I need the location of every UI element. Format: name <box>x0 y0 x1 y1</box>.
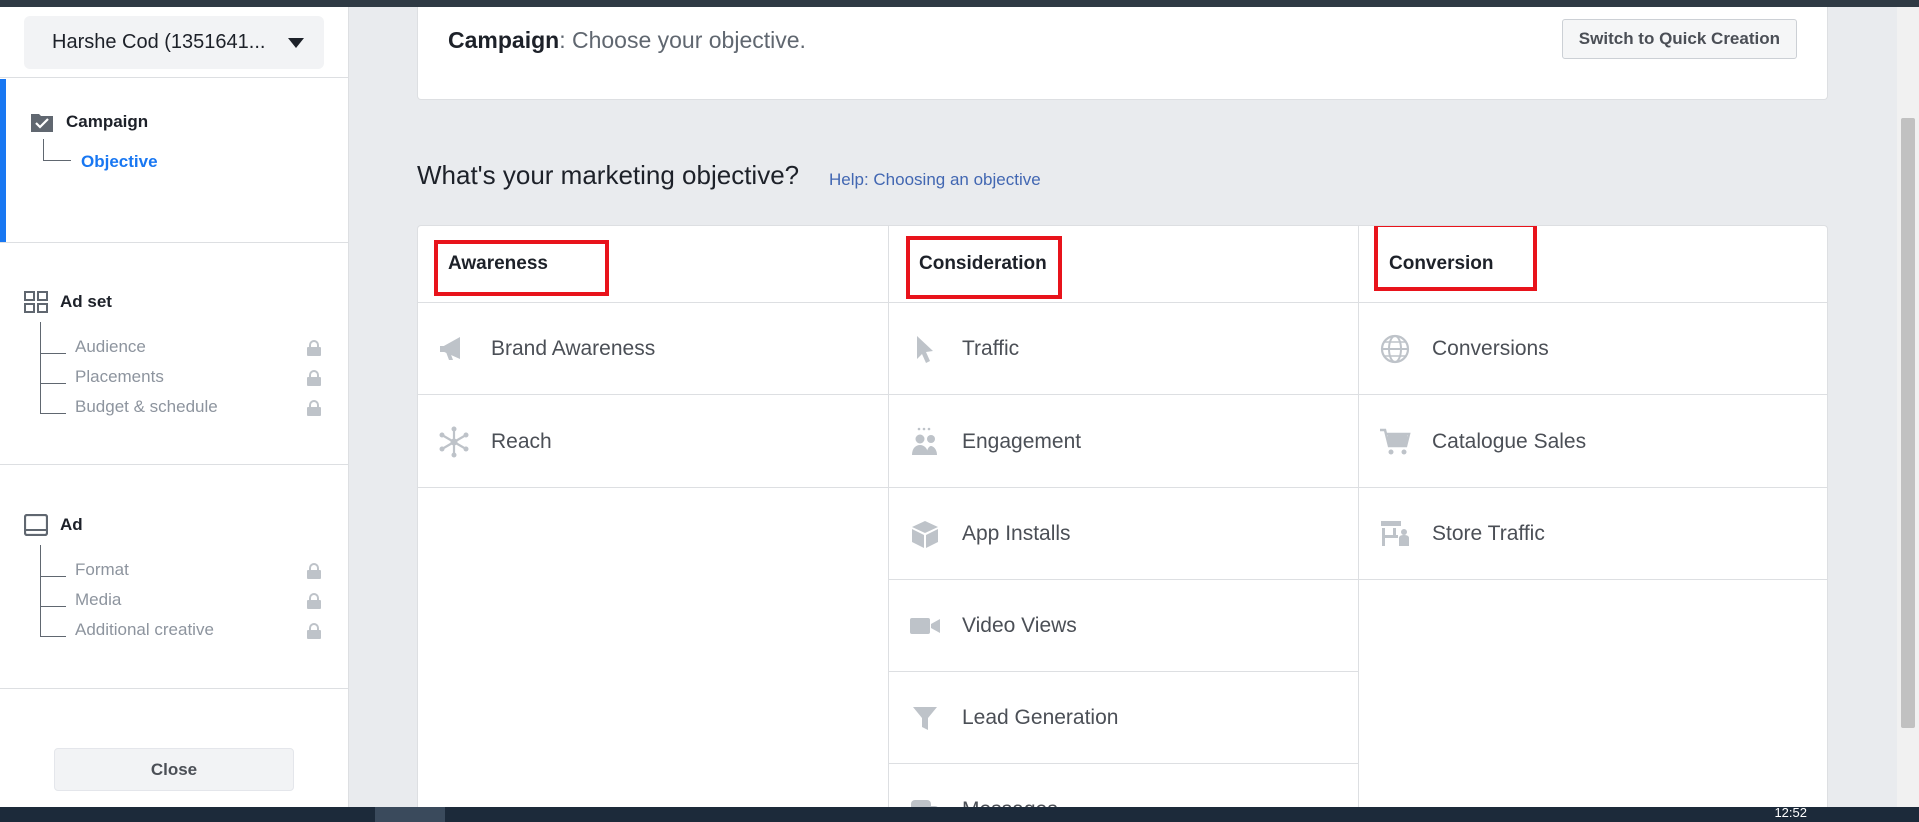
tree-connector <box>40 353 66 414</box>
box-icon <box>912 520 938 548</box>
campaign-header-card: Campaign: Choose your objective. Switch … <box>417 7 1828 100</box>
store-icon <box>1381 520 1409 546</box>
sidebar-item-adset[interactable]: Ad set <box>24 291 112 313</box>
sidebar-item-campaign[interactable]: Campaign <box>30 111 148 133</box>
objective-brand-awareness[interactable]: Brand Awareness <box>418 303 888 395</box>
objective-store-traffic[interactable]: Store Traffic <box>1359 488 1827 580</box>
objective-label: Messages <box>962 798 1058 808</box>
objective-label: Lead Generation <box>962 705 1119 729</box>
lock-icon <box>307 400 321 416</box>
sidebar-item-budget-schedule: Budget & schedule <box>75 397 218 416</box>
close-button[interactable]: Close <box>54 748 294 791</box>
objective-label: Engagement <box>962 429 1082 453</box>
sidebar-section-campaign: Campaign Objective <box>0 79 349 242</box>
column-awareness: Awareness Brand Awareness Reach <box>418 226 888 807</box>
objective-messages[interactable]: Messages <box>889 764 1358 807</box>
sidebar-item-format: Format <box>75 560 129 579</box>
sidebar-item-label: Ad set <box>60 292 112 311</box>
scrollbar[interactable] <box>1897 7 1919 807</box>
funnel-icon <box>913 706 937 730</box>
page-title-rest: : Choose your objective. <box>559 27 806 53</box>
lock-icon <box>307 340 321 356</box>
cart-icon <box>1380 428 1411 454</box>
objective-label: Reach <box>491 429 552 453</box>
page-title-bold: Campaign <box>448 27 560 53</box>
sidebar-item-objective[interactable]: Objective <box>81 152 158 172</box>
help-link[interactable]: Help: Choosing an objective <box>829 170 1041 190</box>
taskbar-clock: 12:52 <box>1774 805 1807 820</box>
sidebar-item-label: Ad <box>60 515 83 534</box>
objective-label: Brand Awareness <box>491 336 656 360</box>
objectives-grid: Awareness Brand Awareness Reach Consider… <box>417 225 1828 807</box>
reach-icon <box>439 426 469 457</box>
lock-icon <box>307 370 321 386</box>
objective-question: What's your marketing objective? <box>417 160 800 190</box>
taskbar-app-icon[interactable] <box>240 807 280 822</box>
chevron-down-icon <box>288 38 304 48</box>
sidebar-item-placements: Placements <box>75 367 164 386</box>
page-title: Campaign: Choose your objective. <box>448 27 806 54</box>
objective-reach[interactable]: Reach <box>418 396 888 488</box>
objective-app-installs[interactable]: App Installs <box>889 488 1358 580</box>
tree-connector <box>40 576 66 637</box>
sidebar-item-audience: Audience <box>75 337 146 356</box>
objective-label: Traffic <box>962 336 1020 360</box>
cursor-icon <box>917 335 933 363</box>
objective-engagement[interactable]: Engagement <box>889 396 1358 488</box>
sidebar-item-additional-creative: Additional creative <box>75 620 214 639</box>
chat-icon <box>911 799 939 807</box>
objective-label: App Installs <box>962 521 1071 545</box>
divider <box>0 77 349 78</box>
objective-lead-generation[interactable]: Lead Generation <box>889 672 1358 764</box>
sidebar-item-ad[interactable]: Ad <box>24 514 83 536</box>
highlight-box <box>906 236 1062 299</box>
objective-label: Catalogue Sales <box>1432 429 1587 453</box>
objective-video-views[interactable]: Video Views <box>889 580 1358 672</box>
highlight-box <box>434 240 609 296</box>
globe-icon <box>1380 334 1410 363</box>
people-icon <box>912 427 937 455</box>
taskbar-active-app[interactable] <box>375 807 445 822</box>
megaphone-icon <box>440 336 460 360</box>
window-top-bar <box>0 0 1919 7</box>
folder-check-icon <box>31 114 53 132</box>
objective-traffic[interactable]: Traffic <box>889 303 1358 395</box>
objective-label: Store Traffic <box>1432 521 1545 545</box>
os-taskbar: 12:52 <box>0 805 1919 822</box>
divider <box>0 242 349 243</box>
sidebar-item-label: Campaign <box>66 112 149 131</box>
highlight-box <box>1374 226 1537 291</box>
column-consideration: Consideration Traffic Engagement App Ins… <box>888 226 1358 807</box>
account-name: Harshe Cod (1351641... <box>52 31 266 53</box>
scrollbar-thumb[interactable] <box>1901 118 1915 728</box>
grid-icon <box>24 291 48 313</box>
sidebar: Harshe Cod (1351641... Campaign Objectiv… <box>0 7 349 807</box>
divider <box>0 688 349 689</box>
lock-icon <box>307 623 321 639</box>
tree-connector <box>43 139 71 161</box>
objective-catalogue-sales[interactable]: Catalogue Sales <box>1359 396 1827 488</box>
video-camera-icon <box>910 617 940 634</box>
lock-icon <box>307 593 321 609</box>
objective-conversions[interactable]: Conversions <box>1359 303 1827 395</box>
divider <box>0 464 349 465</box>
objective-label: Conversions <box>1432 336 1549 360</box>
ad-frame-icon <box>24 514 48 536</box>
column-conversion: Conversion Conversions Catalogue Sales S… <box>1358 226 1827 807</box>
switch-quick-creation-button[interactable]: Switch to Quick Creation <box>1561 19 1797 59</box>
sidebar-item-media: Media <box>75 590 122 609</box>
active-indicator <box>0 79 6 242</box>
account-selector[interactable]: Harshe Cod (1351641... <box>24 16 324 69</box>
lock-icon <box>307 563 321 579</box>
objective-label: Video Views <box>962 613 1077 637</box>
